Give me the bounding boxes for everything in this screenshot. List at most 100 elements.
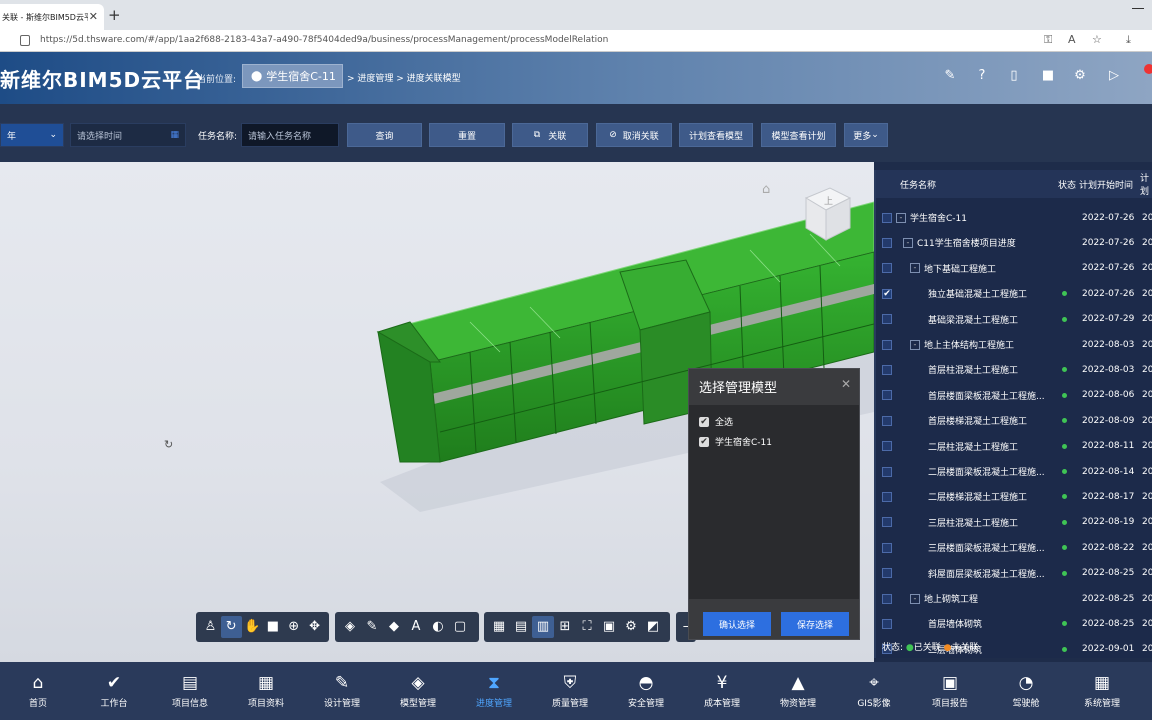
document-list-icon[interactable]: ▥ (532, 616, 554, 638)
checkbox-checked-icon[interactable]: ✔ (699, 436, 709, 447)
checkbox-icon[interactable] (882, 441, 892, 452)
relate-button[interactable]: ⧉ 关联 (512, 123, 588, 147)
checkbox-icon[interactable] (882, 466, 892, 477)
more-button[interactable]: 更多 ⌄ (844, 123, 888, 147)
download-icon[interactable]: ⤓ (1126, 33, 1131, 47)
url-input[interactable]: https://5d.thsware.com/#/app/1aa2f688-21… (40, 35, 608, 45)
model-option[interactable]: ✔ 学生宿舍C-11 (699, 435, 772, 448)
nav-item[interactable]: ⌂ 首页 (0, 662, 76, 720)
key-icon[interactable]: ⚿ (1044, 33, 1052, 47)
walk-icon[interactable]: ♙ (200, 616, 221, 638)
query-button[interactable]: 查询 (347, 123, 422, 147)
notification-badge[interactable] (1144, 64, 1152, 74)
nav-item[interactable]: ✎ 设计管理 (304, 662, 380, 720)
layers-icon[interactable]: ▦ (488, 616, 510, 638)
checkbox-icon[interactable] (882, 618, 892, 629)
favorites-icon[interactable]: ☆ (1092, 33, 1102, 46)
task-row[interactable]: 首层墙体砌筑 2022-08-25 20 (876, 611, 1152, 636)
model-view-plan-button[interactable]: 模型查看计划 (761, 123, 836, 147)
box-icon[interactable]: ◆ (383, 616, 405, 638)
ruler-icon[interactable]: ✎ (361, 616, 383, 638)
nav-item[interactable]: ▲ 物资管理 (760, 662, 836, 720)
nav-item[interactable]: ▦ 系统管理 (1064, 662, 1140, 720)
view-cube[interactable]: 上 (800, 184, 860, 244)
nav-item[interactable]: ▦ 项目资料 (228, 662, 304, 720)
pan-hand-icon[interactable]: ✋ (242, 616, 263, 638)
task-row[interactable]: 首层楼梯混凝土工程施工 2022-08-09 20 (876, 408, 1152, 433)
nav-item[interactable]: ⌖ GIS影像 (836, 662, 912, 720)
home-view-icon[interactable]: ⌂ (762, 182, 770, 197)
checkbox-icon[interactable] (882, 339, 892, 350)
nav-item[interactable]: ✔ 工作台 (76, 662, 152, 720)
checkbox-icon[interactable] (882, 517, 892, 528)
properties-icon[interactable]: ▤ (510, 616, 532, 638)
reset-button[interactable]: 重置 (429, 123, 505, 147)
plan-view-model-button[interactable]: 计划查看模型 (679, 123, 753, 147)
video-icon[interactable]: ■ (1040, 68, 1056, 84)
nav-item[interactable]: ▤ 项目信息 (152, 662, 228, 720)
zoom-icon[interactable]: ⊕ (283, 616, 304, 638)
help-icon[interactable]: ? (974, 68, 990, 84)
nav-item[interactable]: ◈ 模型管理 (380, 662, 456, 720)
select-all-option[interactable]: ✔ 全选 (699, 415, 733, 428)
task-row[interactable]: 基础梁混凝土工程施工 2022-07-29 20 (876, 307, 1152, 332)
close-tab-icon[interactable]: ✕ (89, 10, 98, 23)
task-row[interactable]: 三层柱混凝土工程施工 2022-08-19 20 (876, 510, 1152, 535)
collapse-icon[interactable]: - (910, 339, 920, 350)
orbit-icon[interactable]: ↻ (220, 616, 242, 638)
task-row[interactable]: 二层楼面梁板混凝土工程施... 2022-08-14 20 (876, 459, 1152, 484)
checkbox-icon[interactable] (882, 542, 892, 553)
checkbox-icon[interactable] (882, 390, 892, 401)
read-aloud-icon[interactable]: A (1068, 33, 1076, 46)
fullscreen-icon[interactable]: ⛶ (576, 616, 598, 638)
task-row[interactable]: 首层楼面梁板混凝土工程施... 2022-08-06 20 (876, 383, 1152, 408)
checkbox-icon[interactable] (882, 237, 892, 248)
period-select[interactable]: 年 ⌄ (0, 123, 64, 147)
checkbox-icon[interactable] (882, 263, 892, 274)
edit-icon[interactable]: ✎ (942, 68, 958, 84)
task-row[interactable]: - 学生宿舍C-11 2022-07-26 20 (876, 205, 1152, 230)
section-icon[interactable]: ◈ (339, 616, 361, 638)
checkbox-icon[interactable] (882, 364, 892, 375)
task-row[interactable]: 二层柱混凝土工程施工 2022-08-11 20 (876, 434, 1152, 459)
checkbox-icon[interactable] (882, 314, 892, 325)
tree-icon[interactable]: ⊞ (554, 616, 576, 638)
share-icon[interactable]: ▷ (1106, 68, 1122, 84)
save-select-button[interactable]: 保存选择 (781, 612, 849, 636)
date-picker[interactable]: 请选择时间 ▦ (70, 123, 186, 147)
collapse-icon[interactable]: - (910, 263, 920, 274)
info-panel-icon[interactable]: ▣ (598, 616, 620, 638)
mobile-icon[interactable]: ▯ (1006, 68, 1022, 84)
new-tab-icon[interactable]: + (108, 6, 121, 24)
checkbox-icon[interactable] (882, 491, 892, 502)
collapse-icon[interactable]: - (910, 593, 920, 604)
frame-icon[interactable]: ▢ (449, 616, 471, 638)
project-selector[interactable]: ⬤ 学生宿舍C-11 (242, 64, 343, 88)
task-name-input[interactable]: 请输入任务名称 (241, 123, 339, 147)
task-row[interactable]: - 地上主体结构工程施工 2022-08-03 20 (876, 332, 1152, 357)
nav-item[interactable]: ⛨ 质量管理 (532, 662, 608, 720)
settings-icon[interactable]: ⚙ (1072, 68, 1088, 84)
task-row[interactable]: 斜屋面层梁板混凝土工程施... 2022-08-25 20 (876, 561, 1152, 586)
nav-item[interactable]: ¥ 成本管理 (684, 662, 760, 720)
close-icon[interactable]: ✕ (841, 377, 851, 391)
gear-icon[interactable]: ⚙ (620, 616, 642, 638)
checkbox-icon[interactable] (882, 415, 892, 426)
checkbox-checked-icon[interactable]: ✔ (882, 288, 892, 299)
task-row[interactable]: 二层楼梯混凝土工程施工 2022-08-17 20 (876, 484, 1152, 509)
collapse-icon[interactable]: - (896, 212, 906, 223)
camera-icon[interactable]: ■ (262, 616, 283, 638)
annotation-icon[interactable]: A (405, 616, 427, 638)
confirm-select-button[interactable]: 确认选择 (703, 612, 771, 636)
browser-tab[interactable]: 关联 - 斯维尔BIM5D云平 ✕ (0, 4, 104, 30)
minimize-window-icon[interactable] (1132, 8, 1144, 9)
nav-item[interactable]: ◔ 驾驶舱 (988, 662, 1064, 720)
nav-item[interactable]: ⧗ 进度管理 (456, 662, 532, 720)
collapse-icon[interactable]: - (903, 237, 913, 248)
move-icon[interactable]: ✥ (304, 616, 325, 638)
checkbox-icon[interactable] (882, 593, 892, 604)
checkbox-icon[interactable] (882, 568, 892, 579)
markup-icon[interactable]: ◐ (427, 616, 449, 638)
task-row[interactable]: ✔ 独立基础混凝土工程施工 2022-07-26 20 (876, 281, 1152, 306)
task-row[interactable]: 三层楼面梁板混凝土工程施... 2022-08-22 20 (876, 535, 1152, 560)
